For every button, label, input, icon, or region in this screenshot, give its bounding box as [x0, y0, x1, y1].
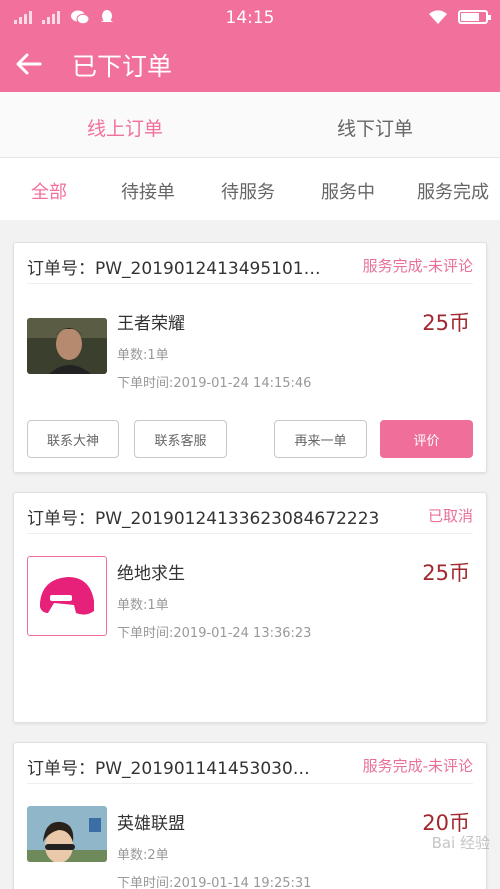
game-thumbnail — [27, 318, 107, 374]
order-price: 25币 — [422, 561, 470, 585]
order-status: 服务完成-未评论 — [362, 757, 473, 775]
order-time: 下单时间:2019-01-24 14:15:46 — [117, 376, 312, 391]
game-thumbnail — [27, 806, 107, 862]
order-status: 服务完成-未评论 — [362, 257, 473, 275]
status-right — [428, 9, 491, 25]
order-time: 下单时间:2019-01-24 13:36:23 — [117, 626, 312, 641]
clock: 14:15 — [225, 8, 275, 28]
order-status: 已取消 — [427, 507, 473, 525]
order-card-header: 订单号：PW_2019011414530​30… 服务完成-未评论 — [27, 743, 473, 784]
wifi-icon — [429, 10, 447, 24]
tab-in-service[interactable]: 服务中 — [321, 178, 375, 204]
watermark: Bai 经验 — [431, 834, 490, 852]
order-quantity: 单数:1单 — [117, 598, 169, 613]
order-quantity: 单数:2单 — [117, 848, 169, 863]
contact-player-button[interactable]: 联系大神 — [27, 420, 119, 458]
tab-online-orders[interactable]: 线上订单 — [0, 114, 250, 141]
order-quantity: 单数:1单 — [117, 348, 169, 363]
game-name: 绝地求生 — [117, 564, 185, 584]
status-filter-tabs: 全部 待接单 待服务 服务中 服务完成 — [0, 158, 500, 220]
order-price: 25币 — [422, 311, 470, 335]
contact-support-button[interactable]: 联系客服 — [134, 420, 227, 458]
arrow-left-icon[interactable] — [14, 49, 44, 79]
page-title: 已下订单 — [72, 52, 173, 81]
helmet-icon — [27, 556, 107, 636]
reorder-button[interactable]: 再来一单 — [274, 420, 367, 458]
order-number: 订单号：PW_20190124133623084672223 — [27, 509, 380, 529]
tab-all[interactable]: 全部 — [31, 178, 67, 204]
order-card[interactable]: 订单号：PW_20190124133623084672223 已取消 绝地求生 … — [13, 492, 487, 723]
game-name: 王者荣耀 — [117, 314, 185, 334]
order-time: 下单时间:2019-01-14 19:25:31 — [117, 876, 312, 889]
order-number: 订单号：PW_2019011414530​30… — [27, 759, 310, 779]
tab-offline-orders[interactable]: 线下订单 — [250, 114, 500, 141]
tab-pending-service[interactable]: 待服务 — [221, 178, 275, 204]
tab-service-complete[interactable]: 服务完成 — [417, 178, 489, 204]
order-card-header: 订单号：PW_2019012413495101… 服务完成-未评论 — [27, 243, 473, 284]
order-type-tabs: 线上订单 线下订单 — [0, 92, 500, 158]
status-bar: 14:15 — [0, 0, 500, 36]
order-number: 订单号：PW_2019012413495101… — [27, 259, 321, 279]
game-name: 英雄联盟 — [117, 814, 185, 834]
order-card-header: 订单号：PW_20190124133623084672223 已取消 — [27, 493, 473, 534]
app-bar: 已下订单 — [0, 36, 500, 92]
review-button[interactable]: 评价 — [380, 420, 473, 458]
order-card[interactable]: 订单号：PW_2019011414530​30… 服务完成-未评论 英雄联盟 2… — [13, 742, 487, 889]
battery-icon — [458, 10, 491, 24]
order-card[interactable]: 订单号：PW_2019012413495101… 服务完成-未评论 王者荣耀 2… — [13, 242, 487, 473]
tab-pending-accept[interactable]: 待接单 — [121, 178, 175, 204]
